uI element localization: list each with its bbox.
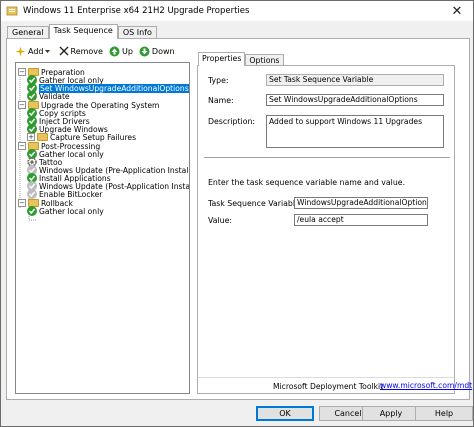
- task-sequence-tree[interactable]: − Preparation Gather local only Set Windows…: [15, 62, 190, 394]
- up-arrow-icon: [109, 46, 120, 56]
- add-star-icon: [15, 46, 26, 56]
- down-label: Down: [151, 46, 175, 56]
- apply-button[interactable]: Apply: [362, 406, 420, 421]
- instruction-text: Enter the task sequence variable name an…: [208, 178, 406, 187]
- type-label: Type:: [208, 76, 229, 85]
- variable-label: Task Sequence Variable:: [208, 199, 303, 208]
- collapse-icon[interactable]: −: [18, 68, 26, 76]
- collapse-icon[interactable]: −: [18, 199, 26, 207]
- value-label: Value:: [208, 216, 233, 225]
- up-button[interactable]: Up: [109, 46, 133, 57]
- properties-window: Windows 11 Enterprise x64 21H2 Upgrade P…: [0, 0, 474, 427]
- footer: Microsoft Deployment Toolkit www.microso…: [198, 377, 472, 394]
- down-arrow-icon: [139, 46, 150, 56]
- help-button[interactable]: Help: [415, 406, 473, 421]
- add-label: Add: [28, 46, 44, 56]
- divider: [204, 157, 450, 158]
- ok-button[interactable]: OK: [256, 406, 314, 421]
- tree-item[interactable]: Gather local only: [27, 206, 104, 216]
- up-label: Up: [121, 46, 133, 56]
- properties-panel: Type: Set Task Sequence Variable Name: S…: [197, 65, 472, 394]
- task-sequence-variable-field[interactable]: WindowsUpgradeAdditionalOptions: [294, 197, 428, 209]
- title-bar[interactable]: Windows 11 Enterprise x64 21H2 Upgrade P…: [1, 1, 473, 21]
- tab-properties[interactable]: Properties: [198, 52, 246, 66]
- down-button[interactable]: Down: [139, 46, 175, 57]
- remove-x-icon: [59, 46, 68, 56]
- collapse-icon[interactable]: −: [18, 142, 26, 150]
- expand-icon[interactable]: +: [27, 133, 35, 141]
- description-label: Description:: [208, 117, 256, 126]
- window-title: Windows 11 Enterprise x64 21H2 Upgrade P…: [23, 6, 250, 16]
- close-icon[interactable]: ✕: [441, 1, 473, 21]
- add-button[interactable]: Add: [15, 46, 53, 57]
- name-label: Name:: [208, 96, 234, 105]
- value-field[interactable]: /eula accept: [294, 214, 428, 226]
- task-sequence-panel: Add Remove Up Down − Preparation Gather …: [6, 38, 472, 400]
- tab-task-sequence[interactable]: Task Sequence: [48, 24, 118, 39]
- description-field[interactable]: Added to support Windows 11 Upgrades: [266, 115, 444, 148]
- toolkit-label: Microsoft Deployment Toolkit: [273, 382, 384, 391]
- main-tabs: General Task Sequence OS Info: [7, 24, 157, 39]
- tree-item-label: Gather local only: [39, 206, 104, 216]
- toolbar: Add Remove Up Down: [15, 43, 181, 59]
- window-app-icon: [6, 6, 18, 16]
- chevron-down-icon: [44, 49, 50, 53]
- folder-icon: [37, 133, 48, 141]
- type-field: Set Task Sequence Variable: [266, 74, 444, 86]
- remove-button[interactable]: Remove: [59, 46, 103, 56]
- mdt-link[interactable]: www.microsoft.com/mdt: [380, 381, 472, 390]
- name-field[interactable]: Set WindowsUpgradeAdditionalOptions: [266, 94, 444, 106]
- check-icon: [27, 206, 37, 216]
- remove-label: Remove: [70, 46, 103, 56]
- collapse-icon[interactable]: −: [18, 101, 26, 109]
